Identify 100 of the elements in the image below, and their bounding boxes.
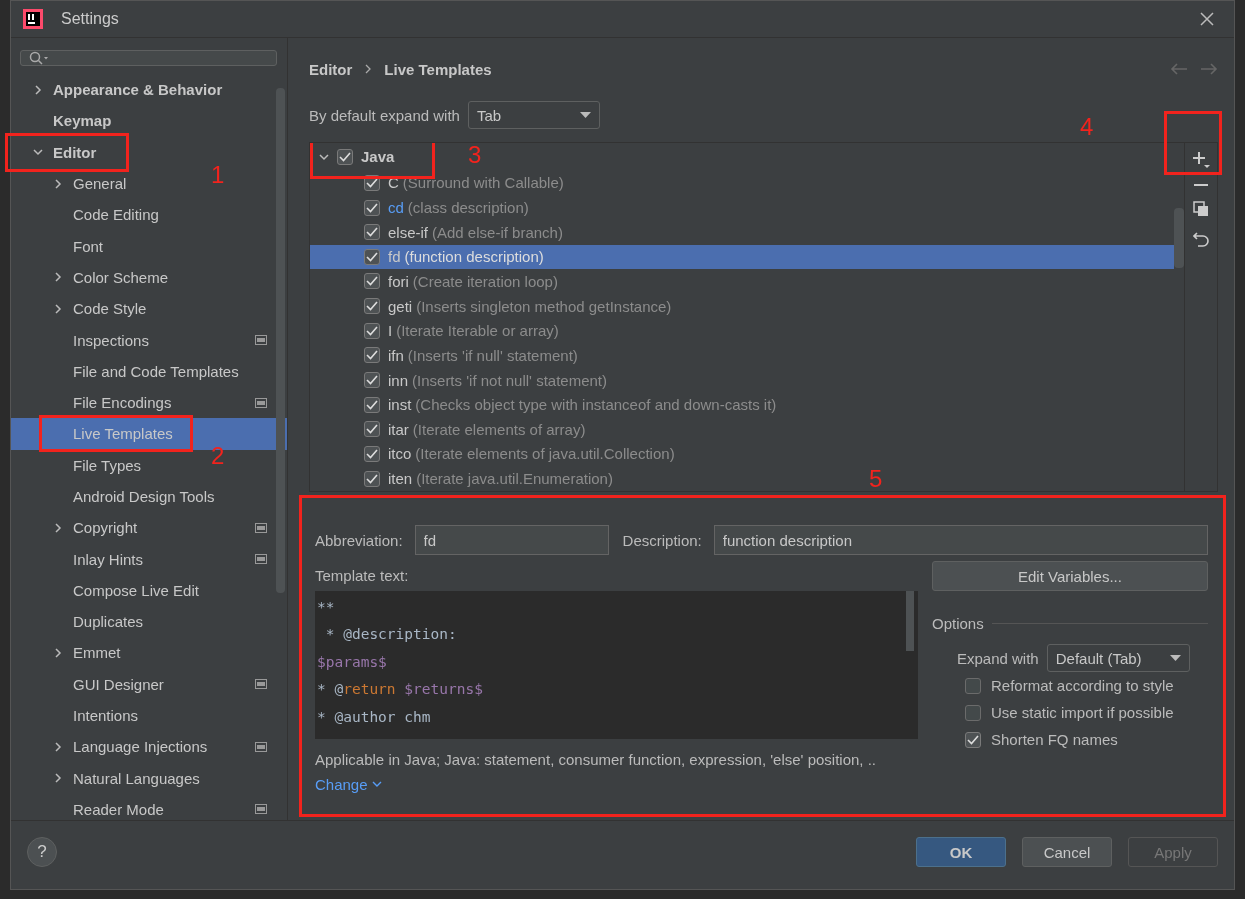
template-row[interactable]: else-if (Add else-if branch)	[310, 219, 563, 245]
template-row[interactable]: fd (function description)	[310, 244, 1174, 270]
code-line: * @author chm	[316, 707, 432, 727]
template-description: (Inserts 'if not null' statement)	[412, 371, 607, 389]
remove-icon[interactable]	[1194, 183, 1208, 187]
template-row[interactable]: inst (Checks object type with instanceof and down-casts it)	[310, 392, 777, 417]
checkbox[interactable]	[364, 248, 380, 265]
template-abbreviation: cd	[388, 199, 404, 217]
sidebar-item[interactable]: GUI Designer	[11, 668, 164, 700]
sidebar-item[interactable]: File Encodings	[11, 386, 172, 419]
sidebar-item[interactable]: Reader Mode	[11, 793, 164, 826]
search-icon	[29, 51, 49, 65]
template-description: (function description)	[404, 248, 544, 266]
template-description: (Iterate elements of array)	[412, 420, 586, 438]
section-title: Options	[932, 615, 984, 632]
chevron-icon[interactable]	[319, 151, 329, 162]
template-row[interactable]: I (Iterate Iterable or array)	[310, 318, 559, 344]
checkbox[interactable]	[364, 445, 380, 462]
checkbox[interactable]	[364, 421, 380, 438]
sidebar-item[interactable]: Editor	[11, 136, 97, 168]
scrollbar-thumb[interactable]	[906, 591, 914, 651]
template-abbreviation: I	[388, 322, 393, 340]
sidebar-item[interactable]: Font	[11, 230, 103, 262]
template-abbreviation: geti	[388, 297, 413, 315]
checkbox[interactable]	[364, 298, 380, 315]
sidebar-item[interactable]: Color Scheme	[11, 261, 169, 294]
template-row[interactable]: inn (Inserts 'if not null' statement)	[310, 367, 607, 393]
checkbox[interactable]	[965, 731, 981, 748]
checkbox[interactable]	[364, 470, 380, 487]
scrollbar-thumb[interactable]	[276, 88, 285, 593]
annotation-number: 1	[211, 162, 225, 187]
checkbox[interactable]	[965, 677, 981, 694]
template-row[interactable]: fori (Create iteration loop)	[310, 269, 558, 294]
sidebar-item[interactable]: Intentions	[11, 699, 139, 732]
sidebar-item[interactable]: Appearance & Behavior	[11, 74, 223, 106]
sidebar-item[interactable]: File Types	[11, 449, 142, 481]
template-description: (Inserts singleton method getInstance)	[416, 297, 672, 315]
sidebar-item[interactable]: Inspections	[11, 324, 149, 356]
chevron-icon	[364, 64, 373, 74]
expand-with-dropdown[interactable]: Default (Tab)	[1046, 644, 1190, 672]
change-link[interactable]: Change	[315, 776, 382, 793]
search-field[interactable]	[20, 50, 277, 66]
sidebar-item[interactable]: Code Editing	[11, 199, 159, 231]
app-logo-icon	[23, 9, 43, 29]
checkbox[interactable]	[364, 273, 380, 290]
template-row[interactable]: ifn (Inserts 'if null' statement)	[310, 343, 578, 368]
template-description: (Checks object type with instanceof and down-casts it)	[415, 396, 777, 414]
template-row[interactable]: itco (Iterate elements of java.util.Collection)	[310, 441, 675, 467]
chevron-icon	[371, 781, 382, 788]
sidebar-item[interactable]: Inlay Hints	[11, 543, 144, 575]
sidebar-item[interactable]: Code Style	[11, 293, 147, 325]
copy-icon[interactable]	[1193, 201, 1209, 217]
dialog-button[interactable]: OK	[916, 837, 1006, 867]
template-text-editor[interactable]: ** * @description: $params$ * @return $returns$ * @author chm	[315, 591, 918, 739]
scrollbar-thumb[interactable]	[1174, 208, 1184, 268]
sidebar-item[interactable]: Keymap	[11, 105, 112, 137]
checkbox[interactable]	[364, 372, 380, 389]
sidebar-item[interactable]: Copyright	[11, 512, 138, 544]
checkbox-label: Use static import if possible	[991, 704, 1174, 721]
description-field[interactable]: function description	[713, 525, 1208, 555]
sidebar-item[interactable]: Language Injections	[11, 731, 208, 763]
template-row[interactable]: iten (Iterate java.util.Enumeration)	[310, 466, 613, 491]
add-icon[interactable]	[1192, 151, 1210, 169]
sidebar-item[interactable]: Android Design Tools	[11, 480, 215, 513]
help-button[interactable]: ?	[27, 837, 57, 867]
abbreviation-field[interactable]: fd	[414, 525, 609, 555]
edit-variables-button[interactable]: Edit Variables...	[932, 561, 1208, 591]
breadcrumb-item[interactable]: Live Templates	[384, 60, 492, 78]
dialog-button[interactable]: Cancel	[1022, 837, 1112, 867]
checkbox[interactable]	[965, 704, 981, 721]
sidebar-item[interactable]: Natural Languages	[11, 762, 200, 794]
checkbox[interactable]	[364, 322, 380, 339]
close-icon[interactable]	[1200, 12, 1214, 26]
expand-dropdown[interactable]: Tab	[467, 101, 600, 129]
checkbox-label: Reformat according to style	[991, 677, 1174, 694]
sidebar-item[interactable]: Duplicates	[11, 606, 144, 638]
dropdown-arrow-icon	[1169, 655, 1181, 661]
template-description: (Create iteration loop)	[412, 273, 558, 290]
sidebar-item[interactable]: General	[11, 167, 127, 200]
breadcrumb-item[interactable]: Editor	[309, 60, 353, 78]
checkbox[interactable]	[337, 148, 353, 165]
checkbox[interactable]	[364, 224, 380, 241]
undo-icon[interactable]	[1193, 231, 1209, 247]
checkbox[interactable]	[364, 347, 380, 364]
template-abbreviation: iten	[388, 470, 413, 488]
template-row[interactable]: cd (class description)	[310, 195, 529, 220]
sidebar-item[interactable]: Compose Live Edit	[11, 574, 199, 607]
sidebar-item[interactable]: File and Code Templates	[11, 355, 239, 387]
template-abbreviation: ifn	[388, 346, 404, 364]
template-row[interactable]: itar (Iterate elements of array)	[310, 417, 586, 442]
template-abbreviation: fd	[388, 248, 401, 266]
annotation-number: 4	[1080, 115, 1094, 139]
template-abbreviation: itar	[388, 420, 409, 438]
template-row[interactable]: geti (Inserts singleton method getInstance)	[310, 293, 672, 319]
sidebar-item[interactable]: Emmet	[11, 637, 121, 669]
field-label: Abbreviation:	[315, 531, 403, 549]
template-abbreviation: else-if	[388, 223, 428, 241]
checkbox[interactable]	[364, 199, 380, 216]
template-description: (Inserts 'if null' statement)	[407, 346, 578, 364]
checkbox[interactable]	[364, 396, 380, 413]
